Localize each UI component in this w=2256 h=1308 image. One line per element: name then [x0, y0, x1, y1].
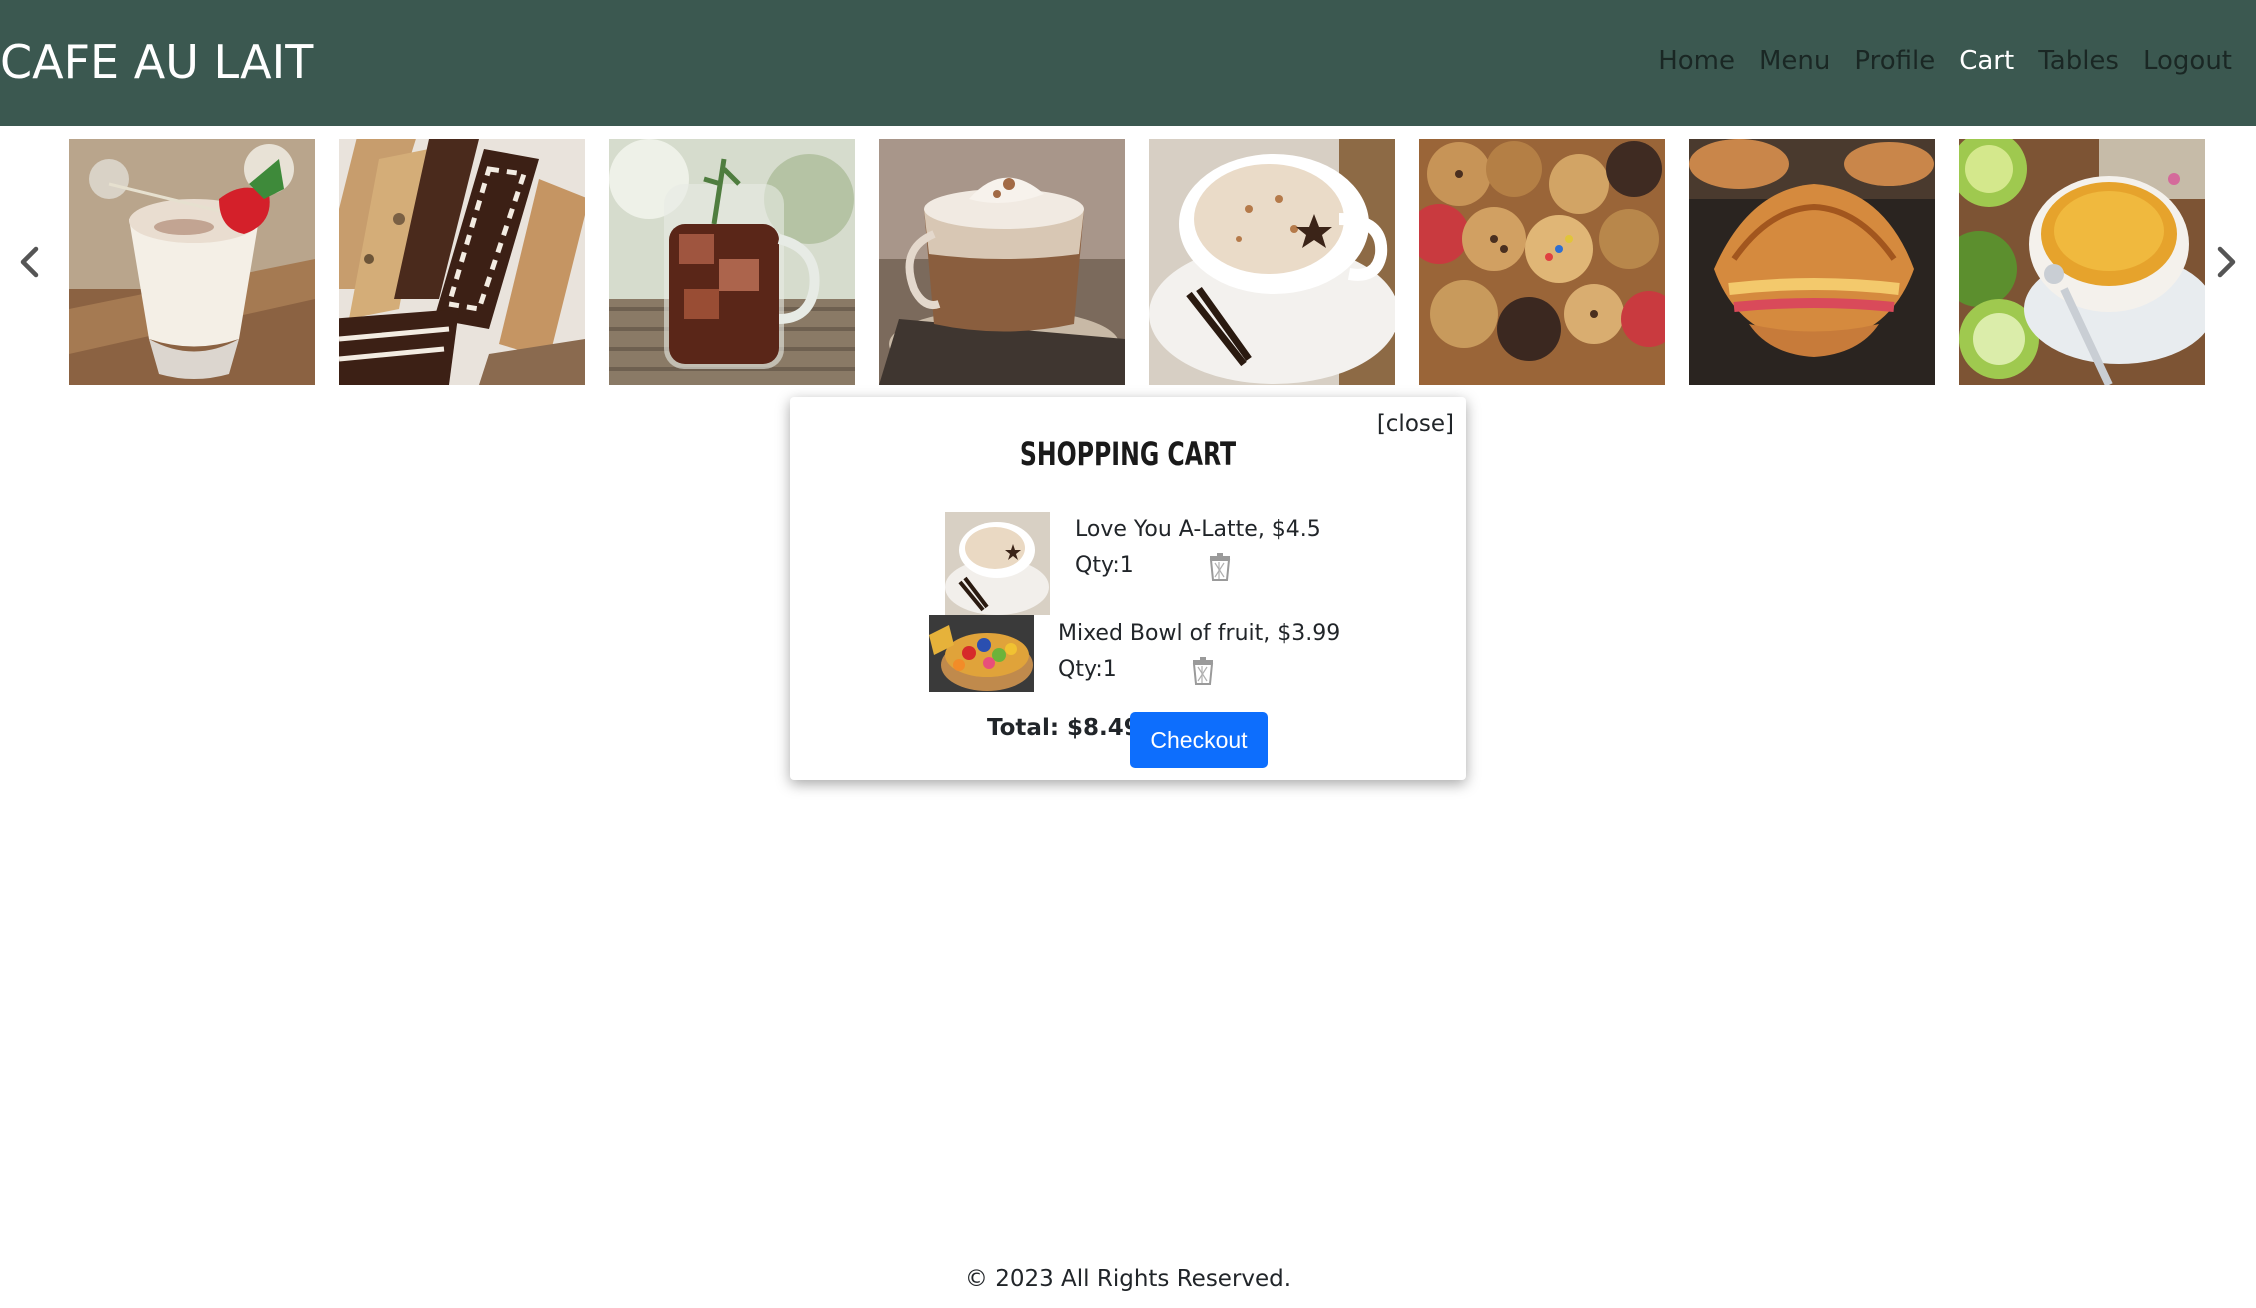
chevron-right-icon: [2217, 246, 2236, 278]
chocolate-biscotti-photo: [339, 139, 585, 385]
cart-item-name: Love You A-Latte, $4.5: [1075, 517, 1321, 542]
shopping-cart-popup: [close] SHOPPING CART Love You A-Latte, …: [790, 397, 1466, 780]
chevron-left-icon: [20, 246, 39, 278]
carousel-item-biscotti[interactable]: [339, 139, 585, 385]
footer-copyright: © 2023 All Rights Reserved.: [964, 1266, 1292, 1292]
nav-menu-link[interactable]: Menu: [1747, 42, 1842, 80]
cart-total: Total: $8.49: [987, 715, 1140, 741]
carousel-next-button[interactable]: [2198, 139, 2256, 385]
vanilla-latte-thumb-photo: [945, 512, 1050, 615]
carousel-prev-button[interactable]: [0, 139, 58, 385]
nav-profile[interactable]: Profile: [1842, 42, 1947, 80]
iced-tea-mason-jar-photo: [609, 139, 855, 385]
remove-item-button[interactable]: [1190, 657, 1216, 685]
cappuccino-glass-mug-photo: [879, 139, 1125, 385]
croissant-sandwich-photo: [1689, 139, 1935, 385]
cart-item-qty: Qty:1: [1058, 657, 1117, 682]
nav-menu: Home Menu Profile Cart Tables Logout: [1646, 42, 2244, 80]
nav-logout[interactable]: Logout: [2131, 42, 2244, 80]
fruit-bowl-thumb-photo: [929, 615, 1034, 692]
carousel-item-vanilla-latte[interactable]: [1149, 139, 1395, 385]
navbar: CAFE AU LAIT Home Menu Profile Cart Tabl…: [0, 0, 2256, 126]
cart-item-qty: Qty:1: [1075, 553, 1134, 578]
bergamot-tea-cup-photo: [1959, 139, 2205, 385]
assorted-cookies-photo: [1419, 139, 1665, 385]
carousel-item-tea[interactable]: [1959, 139, 2205, 385]
nav-home[interactable]: Home: [1646, 42, 1747, 80]
cart-title: SHOPPING CART: [1019, 435, 1237, 473]
carousel-item-cookies[interactable]: [1419, 139, 1665, 385]
carousel-item-cappuccino[interactable]: [879, 139, 1125, 385]
vanilla-latte-cup-photo: [1149, 139, 1395, 385]
cart-item-thumbnail: [945, 512, 1050, 615]
checkout-button[interactable]: Checkout: [1130, 712, 1268, 768]
brand-logo-text[interactable]: CAFE AU LAIT: [0, 32, 313, 92]
carousel-item-iced-tea[interactable]: [609, 139, 855, 385]
menu-carousel: [0, 139, 2256, 385]
carousel-item-croissant[interactable]: [1689, 139, 1935, 385]
nav-cart[interactable]: Cart: [1947, 42, 2026, 80]
trash-icon: [1209, 553, 1231, 581]
strawberry-white-mocha-photo: [69, 139, 315, 385]
remove-item-button[interactable]: [1207, 553, 1233, 581]
carousel-item-strawberry-drink[interactable]: [69, 139, 315, 385]
cart-item-thumbnail: [929, 615, 1034, 692]
trash-icon: [1192, 657, 1214, 685]
nav-tables[interactable]: Tables: [2026, 42, 2131, 80]
close-cart-link[interactable]: [close]: [1377, 411, 1454, 437]
cart-item-name: Mixed Bowl of fruit, $3.99: [1058, 621, 1341, 646]
